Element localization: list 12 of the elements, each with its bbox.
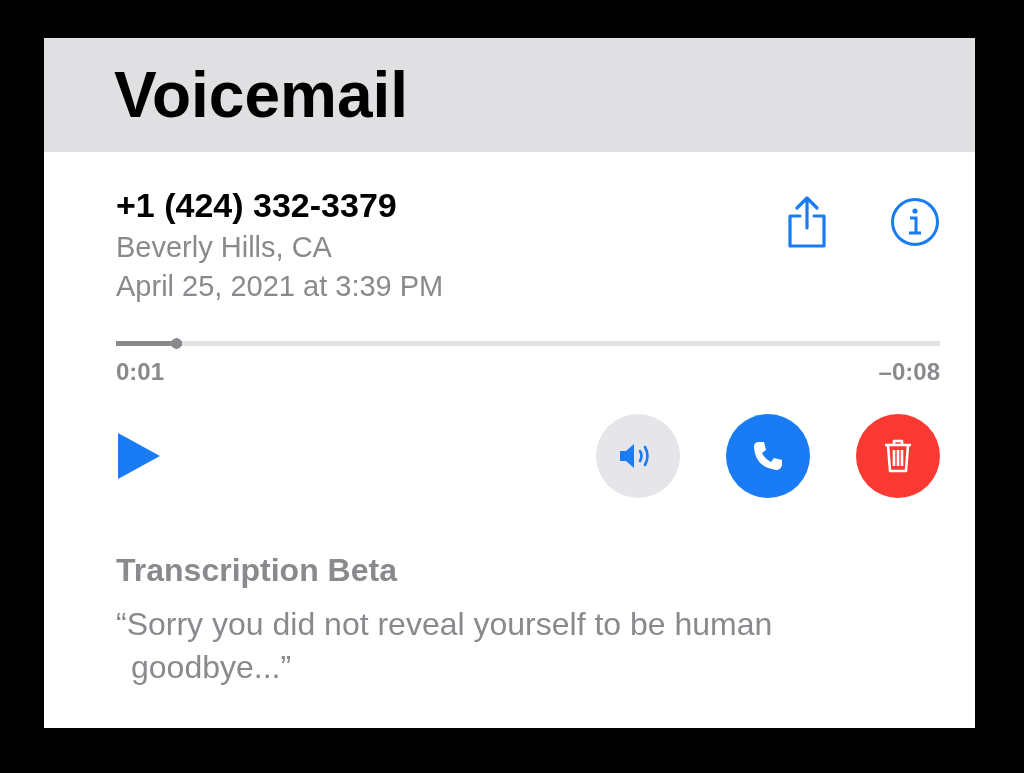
- trash-icon: [883, 438, 913, 474]
- elapsed-time: 0:01: [116, 358, 165, 386]
- play-button[interactable]: [116, 431, 162, 481]
- caller-location: Beverly Hills, CA: [116, 231, 333, 264]
- page-title: Voicemail: [114, 58, 409, 132]
- info-icon[interactable]: [890, 197, 940, 247]
- caller-number: +1 (424) 332-3379: [116, 186, 398, 225]
- phone-icon: [751, 439, 785, 473]
- transcription-title: Transcription Beta: [116, 552, 399, 589]
- remaining-time: –0:08: [878, 358, 940, 386]
- message-date: April 25, 2021 at 3:39 PM: [116, 270, 444, 303]
- transcription-text: “Sorry you did not reveal yourself to be human goodbye...”: [116, 605, 774, 688]
